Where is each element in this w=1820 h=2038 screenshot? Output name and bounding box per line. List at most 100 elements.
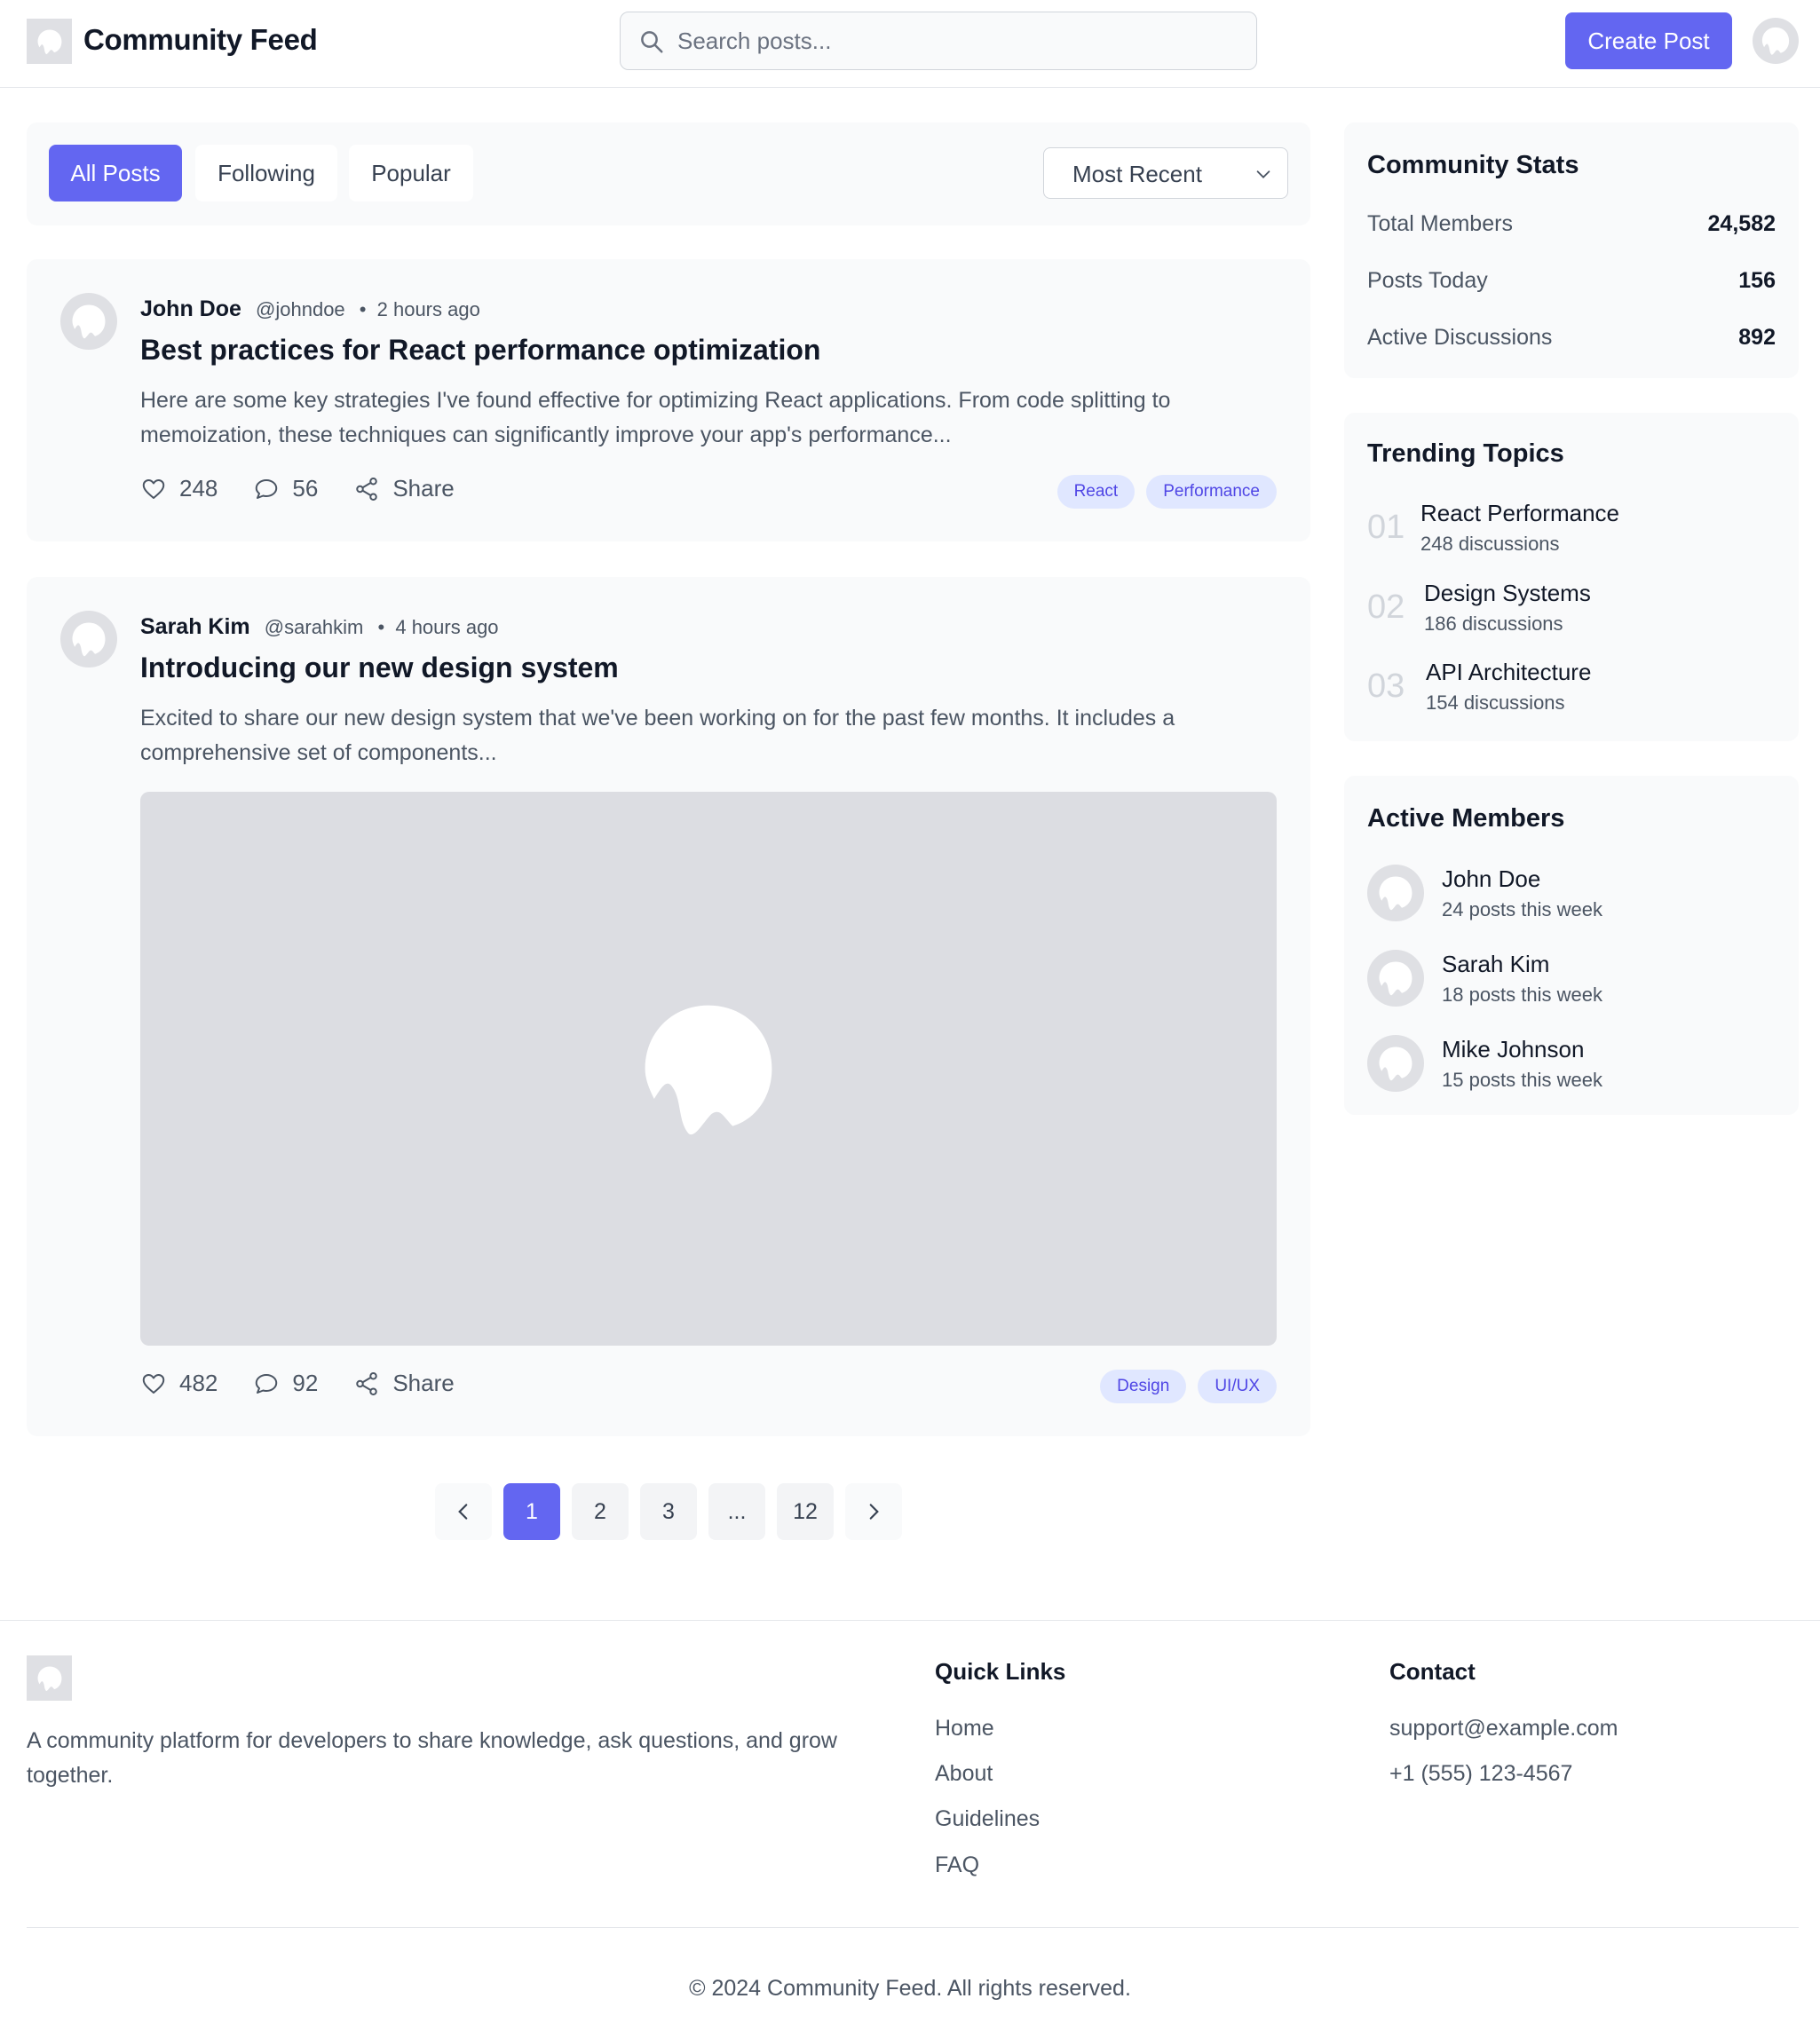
tag-react[interactable]: React: [1056, 475, 1136, 509]
stat-row: Posts Today 156: [1367, 268, 1776, 294]
member-item[interactable]: Mike Johnson 15 posts this week: [1367, 1035, 1602, 1092]
copyright: © 2024 Community Feed. All rights reserv…: [689, 1976, 1131, 2001]
stat-label: Total Members: [1367, 211, 1513, 236]
like-count: 482: [179, 1370, 218, 1396]
stat-row: Active Discussions 892: [1367, 325, 1776, 351]
page-button-2[interactable]: 2: [572, 1483, 629, 1540]
logo-icon[interactable]: [27, 19, 72, 64]
comment-count: 92: [292, 1370, 319, 1396]
member-item[interactable]: John Doe 24 posts this week: [1367, 865, 1602, 921]
tab-following[interactable]: Following: [195, 145, 337, 201]
stat-label: Posts Today: [1367, 268, 1488, 293]
search-input[interactable]: [677, 23, 1228, 59]
topic-name: React Performance: [1420, 500, 1619, 526]
post-meta: John Doe @johndoe • 2 hours ago: [140, 296, 480, 322]
footer-logo-icon: [27, 1655, 72, 1701]
footer-link-guidelines[interactable]: Guidelines: [935, 1806, 1040, 1832]
trending-topic-item[interactable]: 02 Design Systems 186 discussions: [1367, 580, 1591, 636]
user-avatar[interactable]: [1753, 18, 1799, 64]
page-button-12[interactable]: 12: [777, 1483, 834, 1540]
site-footer: A community platform for developers to s…: [0, 1620, 1820, 2038]
author-name[interactable]: John Doe: [140, 296, 241, 321]
post-image[interactable]: [140, 792, 1277, 1346]
share-label: Share: [392, 1370, 455, 1396]
topic-rank: 01: [1367, 509, 1405, 546]
share-label: Share: [392, 475, 455, 502]
image-placeholder-icon: [633, 993, 784, 1144]
footer-link-about[interactable]: About: [935, 1761, 993, 1787]
like-count: 248: [179, 475, 218, 502]
filter-bar: All Posts Following Popular Most Recent: [27, 122, 1310, 225]
post-card[interactable]: John Doe @johndoe • 2 hours ago Best pra…: [27, 259, 1310, 541]
comment-button[interactable]: 92: [253, 1370, 318, 1397]
footer-description: A community platform for developers to s…: [27, 1728, 837, 1788]
topic-count: 248 discussions: [1420, 533, 1560, 555]
post-excerpt: Excited to share our new design system t…: [140, 706, 1175, 765]
comment-count: 56: [292, 475, 319, 502]
topic-rank: 03: [1367, 667, 1405, 705]
post-tags: React Performance: [1046, 475, 1277, 509]
contact-email[interactable]: support@example.com: [1389, 1716, 1618, 1742]
member-avatar: [1367, 1035, 1424, 1092]
footer-link-faq[interactable]: FAQ: [935, 1852, 979, 1878]
brand-title: Community Feed: [83, 23, 318, 56]
author-name[interactable]: Sarah Kim: [140, 614, 250, 639]
member-name: John Doe: [1442, 865, 1541, 892]
stat-value: 24,582: [1707, 211, 1776, 236]
quick-links-title: Quick Links: [935, 1658, 1066, 1685]
prev-page-button[interactable]: [435, 1483, 492, 1540]
comment-icon: [256, 1373, 278, 1394]
post-actions: 248 56 Share: [140, 475, 490, 502]
like-button[interactable]: 482: [140, 1370, 218, 1397]
page-button-1[interactable]: 1: [503, 1483, 560, 1540]
tag-design[interactable]: Design: [1100, 1370, 1187, 1403]
sort-select[interactable]: Most Recent: [1043, 147, 1288, 199]
stat-value: 892: [1738, 325, 1776, 350]
author-avatar[interactable]: [60, 611, 117, 667]
trending-topic-item[interactable]: 03 API Architecture 154 discussions: [1367, 659, 1591, 715]
stat-row: Total Members 24,582: [1367, 211, 1776, 237]
next-page-button[interactable]: [845, 1483, 902, 1540]
post-title[interactable]: Best practices for React performance opt…: [140, 334, 820, 367]
active-members-card: Active Members John Doe 24 posts this we…: [1344, 776, 1799, 1115]
member-name: Sarah Kim: [1442, 950, 1550, 977]
topic-count: 154 discussions: [1426, 691, 1565, 714]
meta-separator: •: [359, 298, 367, 320]
chevron-left-icon: [458, 1504, 468, 1520]
post-title[interactable]: Introducing our new design system: [140, 652, 619, 684]
page-button-3[interactable]: 3: [640, 1483, 697, 1540]
topic-count: 186 discussions: [1424, 612, 1563, 635]
share-button[interactable]: Share: [353, 1370, 455, 1397]
tag-ui-ux[interactable]: UI/UX: [1198, 1370, 1277, 1403]
stat-label: Active Discussions: [1367, 325, 1553, 350]
tag-performance[interactable]: Performance: [1146, 475, 1277, 509]
member-activity: 15 posts this week: [1442, 1068, 1602, 1091]
author-avatar[interactable]: [60, 293, 117, 350]
chevron-right-icon: [869, 1504, 879, 1520]
trending-title: Trending Topics: [1367, 439, 1564, 468]
member-avatar: [1367, 865, 1424, 921]
post-time: 2 hours ago: [376, 298, 480, 320]
comment-button[interactable]: 56: [253, 475, 318, 502]
stat-value: 156: [1738, 268, 1776, 293]
footer-link-home[interactable]: Home: [935, 1716, 994, 1742]
post-time: 4 hours ago: [395, 616, 499, 638]
post-tags: Design UI/UX: [1088, 1370, 1277, 1403]
top-header: Community Feed Create Post: [0, 0, 1820, 88]
stats-title: Community Stats: [1367, 151, 1579, 179]
tab-popular[interactable]: Popular: [349, 145, 473, 201]
like-button[interactable]: 248: [140, 475, 218, 502]
member-item[interactable]: Sarah Kim 18 posts this week: [1367, 950, 1602, 1007]
search-box[interactable]: [620, 12, 1257, 70]
create-post-button[interactable]: Create Post: [1565, 12, 1732, 69]
post-meta: Sarah Kim @sarahkim • 4 hours ago: [140, 614, 499, 640]
topic-name: Design Systems: [1424, 580, 1591, 606]
author-handle: @johndoe: [256, 298, 345, 320]
contact-phone[interactable]: +1 (555) 123-4567: [1389, 1761, 1572, 1787]
share-icon: [356, 1371, 378, 1395]
trending-topic-item[interactable]: 01 React Performance 248 discussions: [1367, 500, 1619, 556]
post-card[interactable]: Sarah Kim @sarahkim • 4 hours ago Introd…: [27, 577, 1310, 1436]
members-title: Active Members: [1367, 804, 1565, 833]
tab-all-posts[interactable]: All Posts: [49, 145, 182, 201]
share-button[interactable]: Share: [353, 475, 455, 502]
